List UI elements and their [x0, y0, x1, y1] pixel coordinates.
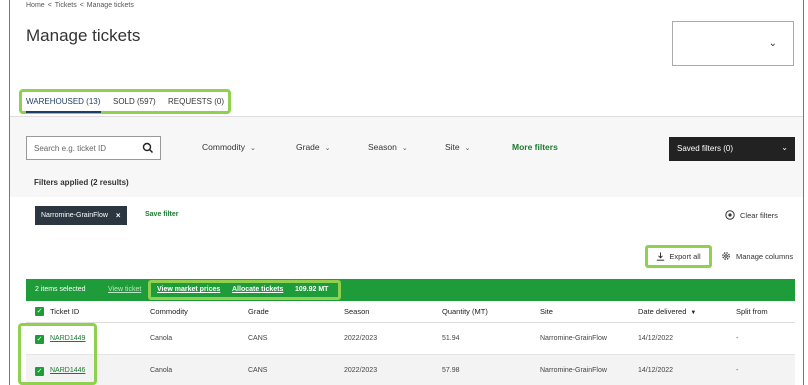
- season-filter-label: Season: [368, 142, 397, 152]
- search-box: [26, 136, 161, 160]
- tab-requests[interactable]: REQUESTS (0): [168, 97, 224, 106]
- chevron-down-icon: ⌄: [249, 145, 256, 152]
- manage-columns-button[interactable]: Manage columns: [721, 251, 793, 261]
- cell-commodity: Canola: [150, 335, 173, 342]
- table-row[interactable]: ✓ NARD1446 Canola CANS 2022/2023 57.98 N…: [26, 355, 795, 385]
- site-filter[interactable]: Site ⌄: [445, 142, 471, 152]
- cell-quantity: 57.98: [442, 367, 460, 374]
- header-date-delivered[interactable]: Date delivered ▼: [638, 307, 696, 316]
- header-site[interactable]: Site: [540, 307, 553, 316]
- breadcrumb-separator: <: [47, 2, 52, 9]
- saved-filters-label: Saved filters (0): [677, 144, 734, 153]
- header-quantity[interactable]: Quantity (MT): [442, 307, 488, 316]
- grade-filter[interactable]: Grade ⌄: [296, 142, 331, 152]
- cell-grade: CANS: [248, 367, 268, 374]
- table-row[interactable]: ✓ NARD1449 Canola CANS 2022/2023 51.94 N…: [26, 323, 795, 355]
- filter-bar: Commodity ⌄ Grade ⌄ Season ⌄ Site ⌄ More fil…: [10, 117, 803, 197]
- checkbox-checked-icon[interactable]: ✓: [35, 307, 44, 316]
- cell-site: Narromine-GrainFlow: [540, 335, 607, 342]
- chevron-down-icon: ⌄: [781, 143, 788, 152]
- breadcrumb: Home < Tickets < Manage tickets: [26, 2, 134, 9]
- table-header: ✓ Ticket ID Commodity Grade Season Quant…: [26, 301, 795, 323]
- tab-sold[interactable]: SOLD (597): [113, 97, 156, 106]
- cell-commodity: Canola: [150, 367, 173, 374]
- page-header: Home < Tickets < Manage tickets Manage ticke…: [10, 0, 803, 116]
- clear-filters-label: Clear filters: [740, 210, 778, 220]
- app-frame: Home < Tickets < Manage tickets Manage ticke…: [9, 0, 804, 385]
- clear-filters-button[interactable]: Clear filters: [725, 210, 778, 220]
- cell-site: Narromine-GrainFlow: [540, 367, 607, 374]
- commodity-filter[interactable]: Commodity ⌄: [202, 142, 256, 152]
- breadcrumb-tickets[interactable]: Tickets: [55, 2, 77, 9]
- header-date-label: Date delivered: [638, 307, 687, 316]
- header-grade[interactable]: Grade: [248, 307, 269, 316]
- filter-chip[interactable]: Narromine-GrainFlow ×: [35, 206, 127, 225]
- cell-season: 2022/2023: [344, 335, 378, 342]
- view-market-prices-link[interactable]: View market prices: [157, 286, 220, 293]
- cell-quantity: 51.94: [442, 335, 460, 342]
- header-commodity[interactable]: Commodity: [150, 307, 188, 316]
- breadcrumb-home[interactable]: Home: [26, 2, 45, 9]
- cell-season: 2022/2023: [344, 367, 378, 374]
- gear-icon: [722, 252, 730, 260]
- tab-warehoused[interactable]: WAREHOUSED (13): [26, 97, 100, 106]
- export-all-label: Export all: [669, 252, 701, 261]
- cell-grade: CANS: [248, 335, 268, 342]
- search-icon[interactable]: [142, 142, 154, 154]
- chevron-down-icon: ⌄: [401, 145, 408, 152]
- cell-date-delivered: 14/12/2022: [638, 335, 674, 342]
- search-input[interactable]: [27, 137, 137, 159]
- account-select[interactable]: ⌄: [672, 21, 794, 66]
- cell-split-from: -: [736, 367, 739, 374]
- allocate-tickets-link[interactable]: Allocate tickets: [232, 286, 283, 293]
- active-tab-indicator: [26, 111, 101, 113]
- applied-filters-row: Narromine-GrainFlow × Save filter Clear …: [10, 197, 803, 234]
- filters-applied-title: Filters applied (2 results): [34, 178, 129, 187]
- close-icon[interactable]: ×: [116, 211, 121, 220]
- chevron-down-icon: ⌄: [464, 145, 471, 152]
- ticket-id-highlight: [18, 323, 97, 385]
- grade-filter-label: Grade: [296, 142, 320, 152]
- more-filters-link[interactable]: More filters: [512, 142, 558, 152]
- clear-circle-icon: [725, 210, 735, 220]
- chevron-down-icon: ⌄: [768, 38, 777, 49]
- chevron-down-icon: ⌄: [324, 145, 331, 152]
- filter-chip-label: Narromine-GrainFlow: [41, 212, 108, 219]
- manage-columns-label: Manage columns: [736, 251, 794, 261]
- header-split-from[interactable]: Split from: [736, 307, 768, 316]
- season-filter[interactable]: Season ⌄: [368, 142, 408, 152]
- cell-date-delivered: 14/12/2022: [638, 367, 674, 374]
- selection-bar: 2 items selected View ticket View market…: [26, 279, 795, 301]
- selected-quantity: 109.92 MT: [295, 286, 329, 293]
- header-season[interactable]: Season: [344, 307, 369, 316]
- saved-filters-dropdown[interactable]: Saved filters (0) ⌄: [669, 137, 795, 161]
- commodity-filter-label: Commodity: [202, 142, 245, 152]
- page-title: Manage tickets: [26, 26, 141, 45]
- download-icon: [657, 252, 665, 261]
- table-actions: Export all Manage columns: [10, 234, 803, 278]
- site-filter-label: Site: [445, 142, 460, 152]
- export-all-button[interactable]: Export all: [645, 245, 712, 268]
- tabs-highlight: WAREHOUSED (13) SOLD (597) REQUESTS (0): [19, 89, 231, 114]
- sort-desc-icon: ▼: [690, 310, 697, 316]
- header-ticket-id[interactable]: Ticket ID: [50, 307, 79, 316]
- cell-split-from: -: [736, 335, 739, 342]
- view-ticket-link[interactable]: View ticket: [108, 286, 141, 293]
- breadcrumb-current: Manage tickets: [86, 2, 134, 9]
- breadcrumb-separator: <: [79, 2, 84, 9]
- save-filter-link[interactable]: Save filter: [145, 211, 178, 218]
- items-selected-count: 2 items selected: [35, 286, 86, 293]
